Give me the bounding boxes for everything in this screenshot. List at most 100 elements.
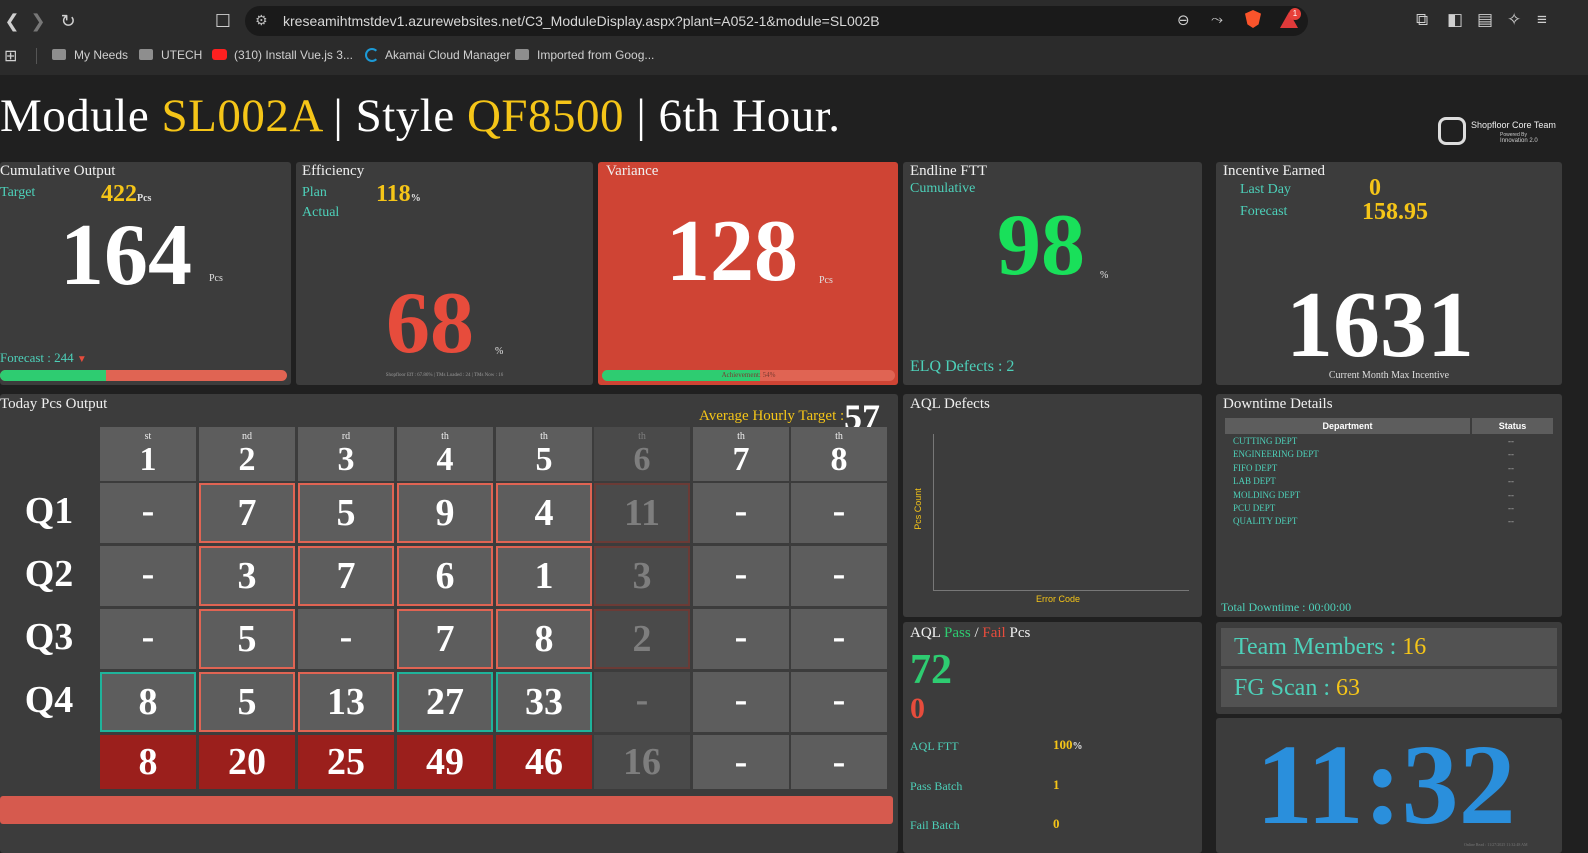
elq-defects: ELQ Defects : 2 (910, 358, 1015, 375)
variance-unit: Pcs (819, 275, 833, 286)
hour-header-8: th 8 (791, 427, 887, 481)
efficiency-panel: Efficiency Plan 118% Actual 68 % Shopflo… (296, 162, 593, 385)
folder-icon (52, 49, 66, 60)
endline-value: 98 (997, 197, 1085, 294)
grid-cell-q2-h8: - (791, 546, 887, 606)
forecast-label: Forecast (1240, 204, 1288, 219)
hour-total-5: 46 (496, 735, 592, 789)
grid-cell-q3-h3: - (298, 609, 394, 669)
fail-batch-label: Fail Batch (910, 818, 960, 832)
sidebar-icon[interactable]: ◧ (1447, 10, 1463, 30)
grid-cell-q3-h1: - (100, 609, 196, 669)
grid-cell-q3-h2: 5 (199, 609, 295, 669)
forward-icon[interactable]: ❯ (26, 9, 50, 33)
downtime-col-department: Department (1225, 418, 1470, 434)
efficiency-unit: % (495, 346, 504, 357)
chart-y-axis (933, 434, 934, 590)
hour-header-1: st 1 (100, 427, 196, 481)
downtime-row: QUALITY DEPT -- (1233, 516, 1514, 527)
fg-scan: FG Scan : 63 (1221, 669, 1557, 707)
apps-grid-icon[interactable]: ⊞ (4, 46, 17, 66)
share-icon[interactable]: ⤳ (1211, 11, 1223, 28)
aql-pass-value: 72 (910, 647, 952, 693)
grid-cell-q1-h1: - (100, 483, 196, 543)
grid-cell-q4-h3: 13 (298, 672, 394, 732)
efficiency-footer: Shopfloor Eff : 67.86% | TMs Loaded : 24… (385, 373, 504, 378)
bookmark-akamai[interactable]: Akamai Cloud Manager (365, 48, 510, 62)
leo-ai-icon[interactable]: ✧ (1507, 10, 1521, 30)
address-bar[interactable]: ⚙ kreseamihtmstdev1.azurewebsites.net/C3… (245, 6, 1308, 36)
reload-icon[interactable]: ↻ (56, 9, 80, 33)
actual-label: Actual (302, 205, 340, 220)
quarter-label-q1: Q1 (24, 490, 74, 532)
module-code: SL002A (161, 90, 322, 142)
aql-fail-value: 0 (910, 692, 925, 725)
team-members: Team Members : 16 (1221, 628, 1557, 666)
back-icon[interactable]: ❮ (0, 9, 24, 33)
hour-total-6: 16 (594, 735, 690, 789)
downtime-row: MOLDING DEPT -- (1233, 489, 1514, 500)
url-text[interactable]: kreseamihtmstdev1.azurewebsites.net/C3_M… (283, 13, 880, 29)
grid-cell-q1-h4: 9 (397, 483, 493, 543)
browser-toolbar: ❮ ❯ ↻ ☐ ⚙ kreseamihtmstdev1.azurewebsite… (0, 0, 1588, 42)
grid-cell-q2-h4: 6 (397, 546, 493, 606)
grid-cell-q1-h7: - (693, 483, 789, 543)
bookmark-utech[interactable]: UTECH (139, 48, 202, 62)
panel-title: AQL Defects (910, 396, 990, 412)
aql-ftt-value: 100% (1053, 737, 1083, 752)
dashboard-page: Module SL002A | Style QF8500 | 6th Hour.… (0, 75, 1588, 853)
rewards-badge: 1 (1289, 8, 1301, 20)
plan-value: 118% (376, 181, 421, 207)
target-value: 422Pcs (101, 181, 152, 207)
bookmark-vue-video[interactable]: (310) Install Vue.js 3... (212, 48, 353, 62)
grid-cell-q1-h5: 4 (496, 483, 592, 543)
variance-bar-text: Achievement: 54% (721, 371, 776, 379)
last-day-label: Last Day (1240, 182, 1291, 197)
aql-defects-panel: AQL Defects Pcs Count Error Code (903, 394, 1202, 617)
aql-pass-fail-panel: AQL Pass / Fail Pcs 72 0 AQL FTT 100% Pa… (903, 622, 1202, 853)
downtime-row: LAB DEPT -- (1233, 476, 1514, 487)
cumulative-output-panel: Cumulative Output Target 422Pcs 164 Pcs … (0, 162, 291, 385)
bookmark-my-needs[interactable]: My Needs (52, 48, 128, 62)
grid-cell-q2-h1: - (100, 546, 196, 606)
extensions-icon[interactable]: ⧉ (1416, 10, 1428, 30)
zoom-icon[interactable]: ⊖ (1177, 11, 1190, 29)
hour-header-2: nd 2 (199, 427, 295, 481)
wallet-icon[interactable]: ▤ (1477, 10, 1493, 30)
bookmarks-divider (36, 48, 37, 64)
cumulative-progress-bar (0, 370, 287, 381)
avg-hourly-label: Average Hourly Target : (699, 408, 845, 424)
grid-cell-q3-h5: 8 (496, 609, 592, 669)
variance-value: 128 (666, 203, 798, 300)
grid-cell-q4-h5: 33 (496, 672, 592, 732)
downtime-row: ENGINEERING DEPT -- (1233, 449, 1514, 460)
chart-y-label: Pcs Count (912, 488, 923, 530)
shopfloor-logo: Shopfloor Core Team Powered By Innovatio… (1438, 115, 1558, 147)
cumulative-unit: Pcs (209, 273, 223, 284)
chart-x-axis (933, 590, 1189, 591)
last-day-value: 0 (1369, 175, 1381, 201)
bookmark-imported[interactable]: Imported from Goog... (515, 48, 654, 62)
page-title: Module SL002A | Style QF8500 | 6th Hour. (0, 90, 841, 142)
fail-batch-value: 0 (1053, 816, 1060, 831)
grid-cell-q3-h8: - (791, 609, 887, 669)
plan-label: Plan (302, 185, 327, 200)
site-settings-icon[interactable]: ⚙ (255, 12, 268, 29)
daily-progress-bar (0, 796, 893, 824)
forecast-value: 158.95 (1362, 199, 1428, 225)
quarter-label-q4: Q4 (24, 679, 74, 721)
panel-title: Incentive Earned (1223, 163, 1326, 179)
grid-cell-q1-h3: 5 (298, 483, 394, 543)
youtube-icon (212, 49, 227, 60)
target-label: Target (0, 185, 36, 200)
menu-icon[interactable]: ≡ (1537, 10, 1547, 30)
grid-cell-q4-h2: 5 (199, 672, 295, 732)
grid-cell-q4-h7: - (693, 672, 789, 732)
grid-cell-q2-h7: - (693, 546, 789, 606)
current-hour: 6th Hour. (658, 90, 841, 142)
clock-footer: Online Read : 11/27/2025 11:32:48 AM (1464, 842, 1528, 847)
bookmark-icon[interactable]: ☐ (211, 9, 235, 33)
endline-ftt-panel: Endline FTT Cumulative 98 % ELQ Defects … (903, 162, 1202, 385)
grid-cell-q3-h4: 7 (397, 609, 493, 669)
style-code: QF8500 (466, 90, 625, 142)
